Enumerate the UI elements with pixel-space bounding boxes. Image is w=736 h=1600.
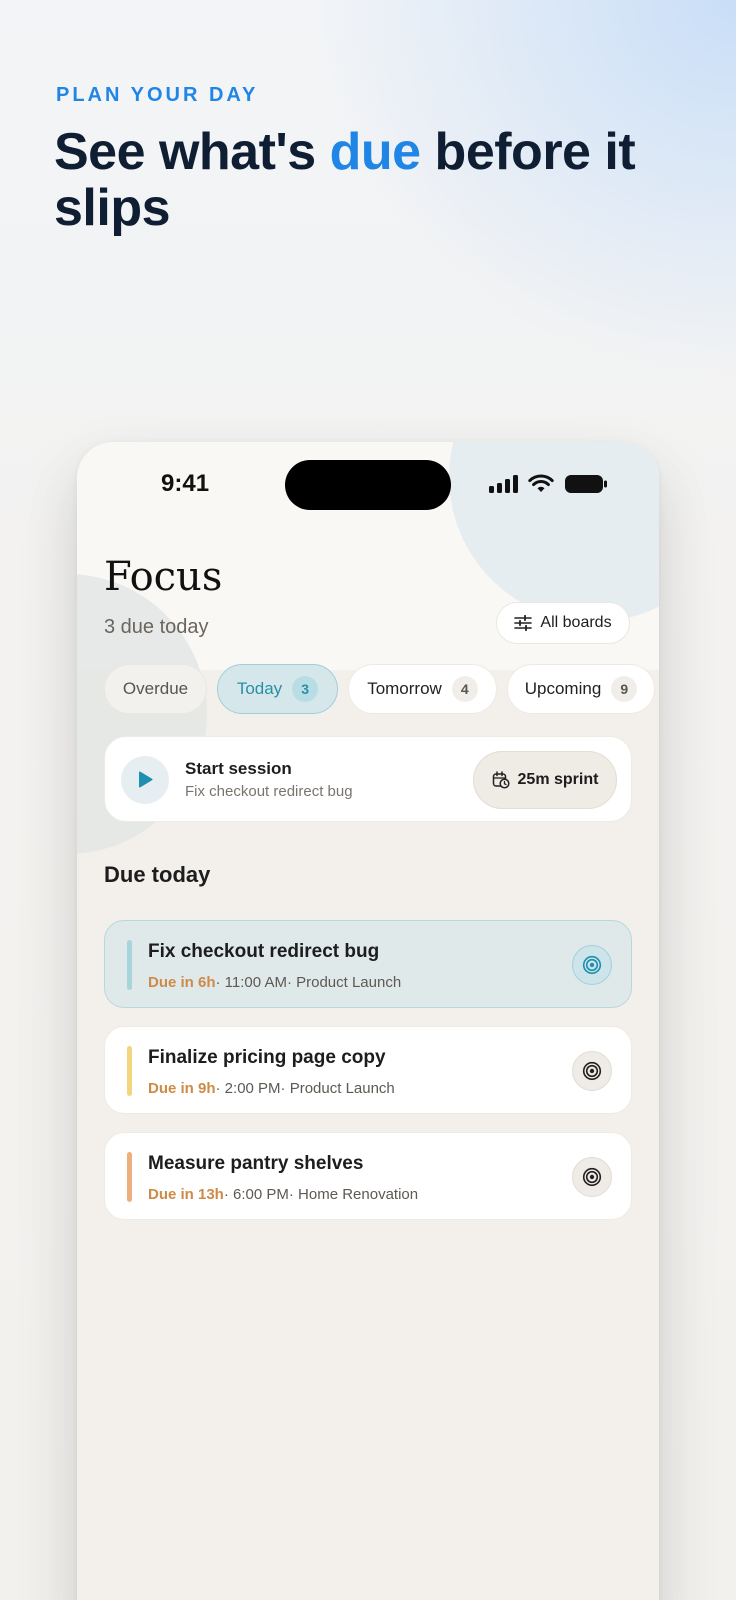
target-icon [582, 1061, 602, 1081]
task-due: Due in 9h [148, 1080, 216, 1097]
task-meta: Due in 13h· 6:00 PM· Home Renovation [148, 1186, 418, 1203]
task-due: Due in 6h [148, 974, 216, 991]
status-icons [489, 472, 608, 496]
battery-icon [565, 475, 607, 493]
session-task: Fix checkout redirect bug [185, 783, 353, 800]
signal-icon [489, 475, 518, 493]
sprint-button[interactable]: 25m sprint [473, 751, 617, 809]
start-session-card[interactable]: Start session Fix checkout redirect bug … [104, 736, 632, 822]
task-color-bar [127, 940, 132, 990]
filter-chip-tomorrow[interactable]: Tomorrow 4 [348, 664, 497, 714]
calendar-clock-icon [492, 771, 510, 789]
focus-target-button[interactable] [572, 1157, 612, 1197]
task-due: Due in 13h [148, 1186, 224, 1203]
headline-accent: due [329, 123, 421, 181]
sprint-label: 25m sprint [517, 771, 599, 788]
section-title: Due today [104, 862, 211, 887]
focus-target-button[interactable] [572, 945, 612, 985]
all-boards-button[interactable]: All boards [496, 602, 630, 644]
filter-chip-today[interactable]: Today 3 [217, 664, 338, 714]
target-icon [582, 1167, 602, 1187]
task-card[interactable]: Fix checkout redirect bug Due in 6h· 11:… [104, 920, 632, 1008]
task-title: Measure pantry shelves [148, 1153, 364, 1174]
due-count-subtitle: 3 due today [104, 616, 209, 638]
status-time: 9:41 [161, 470, 210, 497]
task-details: · 6:00 PM· Home Renovation [223, 1186, 419, 1203]
headline-part-1: See what's [54, 123, 330, 181]
all-boards-label: All boards [540, 614, 612, 631]
filter-chip-count: 3 [292, 676, 319, 702]
filter-chip-label: Tomorrow [367, 679, 442, 698]
filter-chip-upcoming[interactable]: Upcoming 9 [507, 664, 655, 714]
dynamic-island [285, 460, 451, 510]
wifi-icon [528, 474, 554, 492]
task-details: · 2:00 PM· Product Launch [215, 1080, 395, 1097]
page-title: Focus [104, 554, 223, 600]
filter-chip-overdue[interactable]: Overdue [104, 664, 207, 714]
task-meta: Due in 9h· 2:00 PM· Product Launch [148, 1080, 395, 1097]
task-title: Fix checkout redirect bug [148, 941, 380, 962]
filter-chip-label: Today [236, 679, 283, 698]
filter-chip-label: Overdue [122, 679, 189, 698]
filter-chip-count: 9 [611, 676, 638, 702]
marketing-headline: See what's due before it slips [54, 124, 694, 236]
filter-chip-count: 4 [451, 676, 478, 702]
sliders-icon [514, 615, 533, 631]
play-icon [139, 771, 153, 788]
task-title: Finalize pricing page copy [148, 1047, 386, 1068]
target-icon [582, 955, 602, 975]
task-card[interactable]: Finalize pricing page copy Due in 9h· 2:… [104, 1026, 632, 1114]
phone-frame: 9:41 Focus 3 due today All boards Overdu… [77, 442, 659, 1600]
task-details: · 11:00 AM· Product Launch [215, 974, 402, 991]
session-title: Start session [185, 759, 292, 778]
eyebrow-label: PLAN YOUR DAY [56, 84, 259, 106]
task-color-bar [127, 1152, 132, 1202]
focus-target-button[interactable] [572, 1051, 612, 1091]
task-card[interactable]: Measure pantry shelves Due in 13h· 6:00 … [104, 1132, 632, 1220]
play-button[interactable] [121, 756, 169, 804]
task-color-bar [127, 1046, 132, 1096]
task-meta: Due in 6h· 11:00 AM· Product Launch [148, 974, 401, 991]
filter-chip-label: Upcoming [524, 679, 602, 698]
